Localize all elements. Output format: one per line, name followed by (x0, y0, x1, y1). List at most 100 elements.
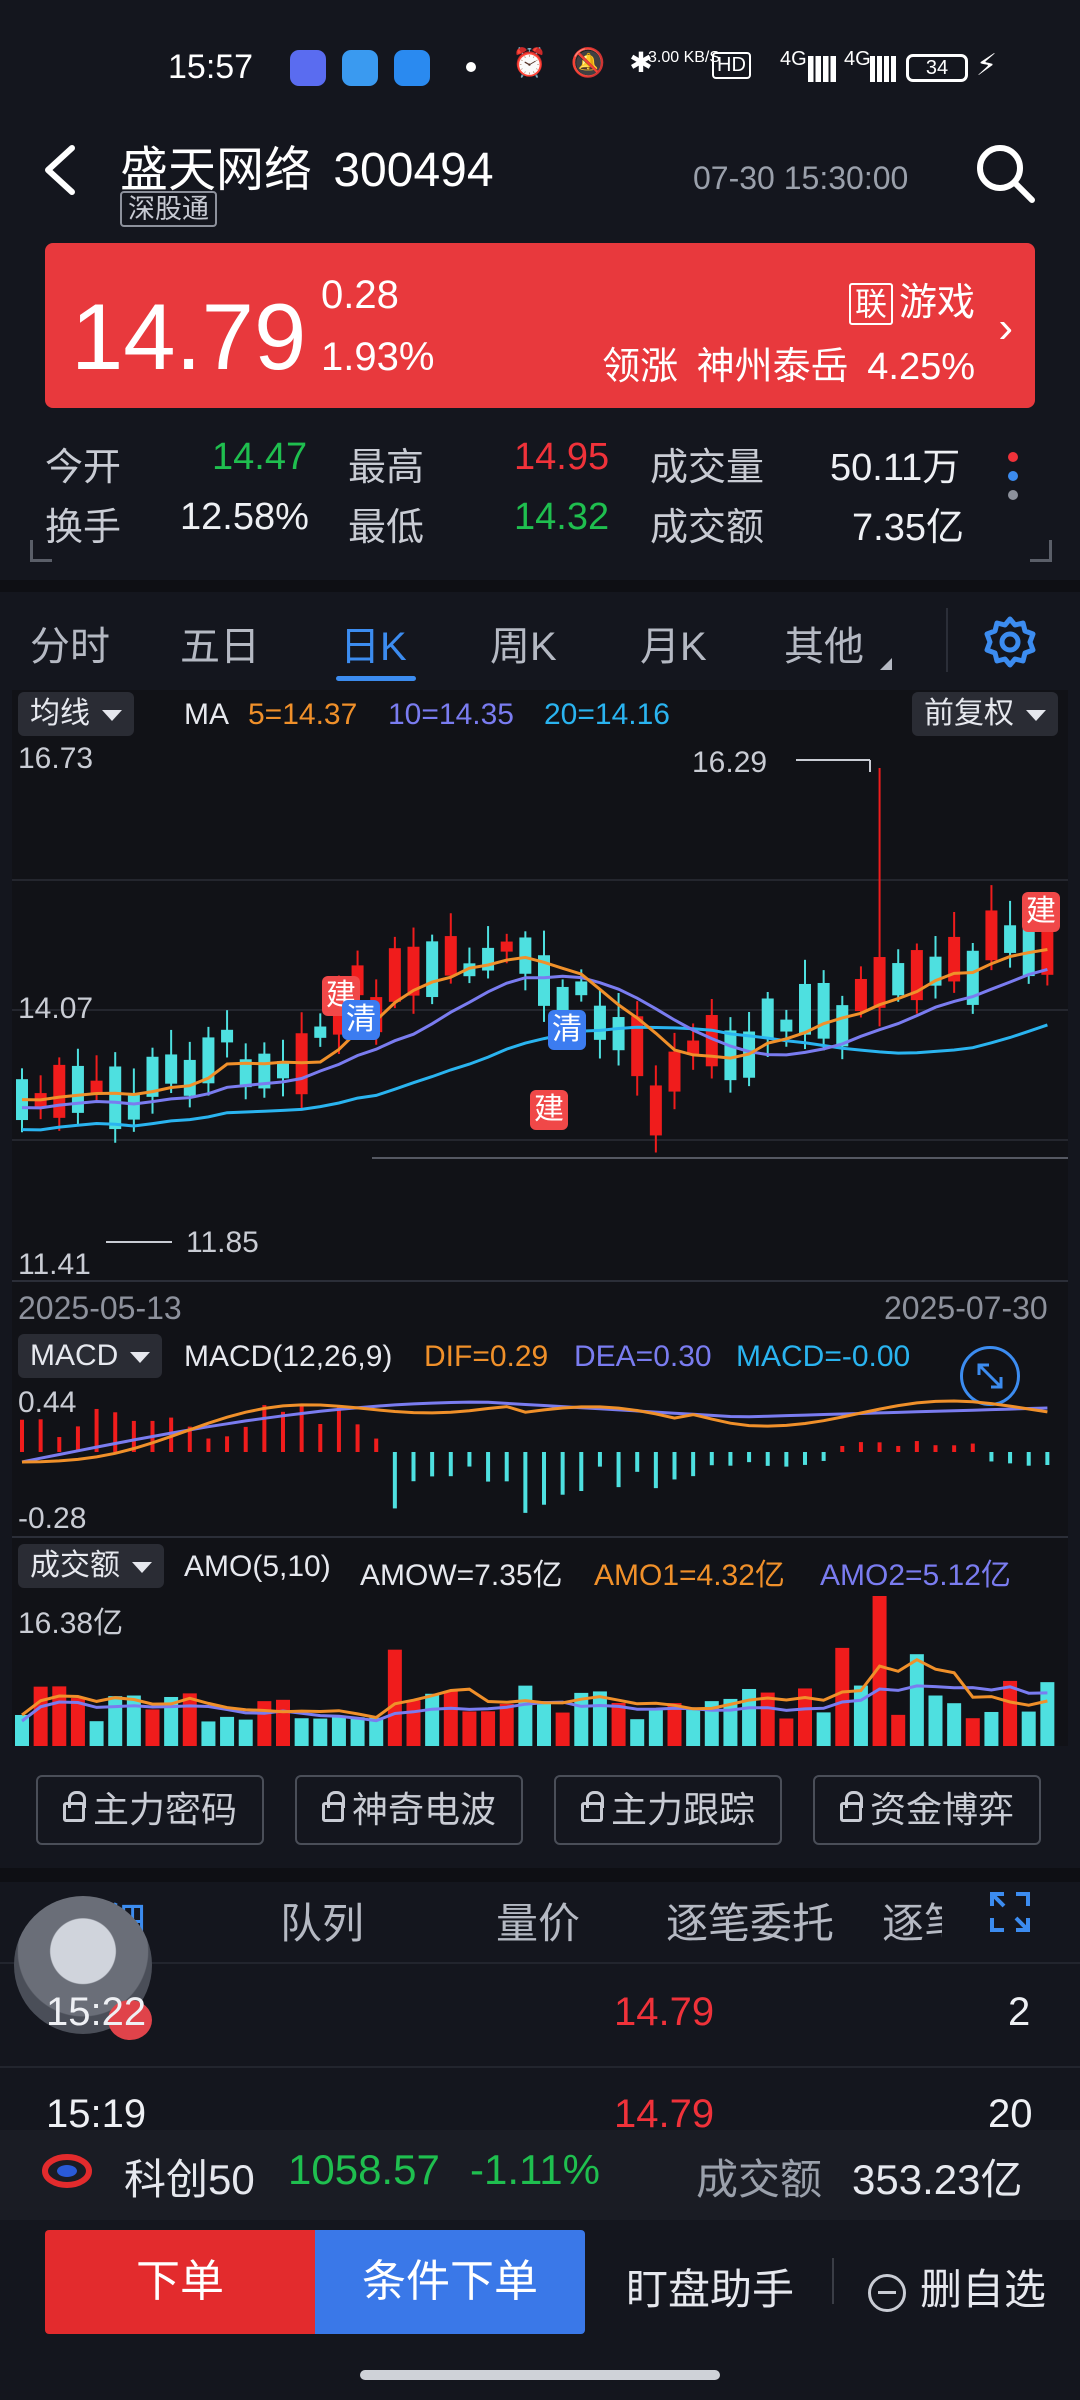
amount-bar (89, 1721, 104, 1746)
amount-bar (592, 1691, 607, 1746)
tab-five-day[interactable]: 五日 (180, 614, 260, 672)
index-pct: -1.11% (470, 2146, 600, 2193)
macd-bar (523, 1452, 528, 1513)
amount-bar (443, 1690, 458, 1746)
macd-bar (243, 1426, 248, 1452)
amount-bar (126, 1695, 141, 1746)
chevron-right-icon[interactable]: › (998, 303, 1013, 353)
clear-marker[interactable]: 清 (342, 1000, 380, 1040)
stock-code: 300494 (333, 144, 494, 197)
ma10-value: 10=14.35 (388, 698, 514, 731)
feature-button-capital[interactable]: 资金博弈 (813, 1775, 1041, 1845)
macd-bar (206, 1438, 211, 1452)
amount-bar (537, 1701, 551, 1746)
trade-price: 14.79 (614, 1990, 715, 2034)
amount-chart[interactable] (12, 1590, 1068, 1746)
macd-bar (1008, 1452, 1013, 1464)
macd-bar (784, 1452, 789, 1467)
stock-title: 盛天网络 300494 (120, 130, 494, 200)
candle-body (314, 1026, 327, 1038)
stock-connect-tag: 深股通 (120, 191, 217, 227)
amount-bar (965, 1718, 980, 1746)
amount-bar (853, 1685, 868, 1746)
macd-select[interactable]: MACD (18, 1334, 163, 1378)
tab-intraday[interactable]: 分时 (30, 614, 110, 672)
lock-icon (62, 1791, 86, 1823)
index-value: 1058.57 (288, 2146, 440, 2193)
macd-bar (579, 1452, 584, 1492)
y-axis-bottom: 11.41 (18, 1248, 91, 1281)
macd-bar (952, 1445, 957, 1452)
tab-volume-price[interactable]: 量价 (496, 1890, 580, 1951)
expand-icon[interactable] (988, 1890, 1032, 1934)
macd-y-top: 0.44 (18, 1386, 77, 1419)
home-indicator[interactable] (360, 2370, 720, 2380)
adjust-select[interactable]: 前复权 (912, 692, 1058, 736)
macd-bars-group (20, 1405, 1050, 1513)
more-dots-icon[interactable] (1008, 452, 1020, 509)
tab-tick-by-tick[interactable]: 逐笔 (882, 1890, 942, 1951)
feature-label: 神奇电波 (351, 1789, 496, 1830)
clear-marker[interactable]: 清 (548, 1010, 586, 1050)
expand-corner-icon[interactable] (30, 540, 52, 562)
candle-body (873, 957, 886, 1008)
tab-daily-k[interactable]: 日K (340, 614, 407, 672)
back-icon[interactable] (40, 140, 80, 210)
battery-icon: 34 (906, 54, 968, 82)
date-end: 2025-07-30 (884, 1290, 1048, 1326)
gear-icon[interactable] (982, 614, 1038, 670)
build-marker[interactable]: 建 (1022, 892, 1060, 932)
amount-bar (220, 1716, 235, 1746)
quote-datetime: 07-30 15:30:00 (693, 160, 909, 196)
lock-icon (839, 1791, 863, 1823)
candle-body (761, 998, 774, 1038)
amount-value: 7.35亿 (852, 507, 964, 549)
remove-watchlist-button[interactable]: 删自选 (868, 2256, 1046, 2317)
amount-bar (1003, 1680, 1018, 1746)
signal-bars-icon (870, 56, 896, 82)
conditional-order-button[interactable]: 条件下单 (315, 2230, 585, 2334)
index-amount-label: 成交额 (696, 2156, 823, 2203)
price-banner[interactable]: 14.79 0.28 1.93% 联游戏 领涨 神州泰岳 4.25% › (45, 243, 1035, 408)
expand-corner-icon[interactable] (1030, 540, 1052, 562)
indicator-select[interactable]: 均线 (18, 692, 134, 736)
candle-body (71, 1065, 84, 1113)
index-name: 科创50 (124, 2156, 255, 2203)
amow-value: AMOW=7.35亿 (360, 1559, 563, 1592)
volume-label: 成交量 (650, 447, 765, 489)
candle-body (53, 1064, 66, 1118)
tab-queue[interactable]: 队列 (280, 1890, 364, 1951)
lock-icon (580, 1791, 604, 1823)
tab-weekly-k[interactable]: 周K (490, 614, 557, 672)
macd-chart[interactable] (12, 1382, 1068, 1532)
amount-bar (276, 1699, 290, 1746)
macd-bar (504, 1452, 509, 1482)
leader-pct: 4.25% (867, 346, 975, 388)
low-value: 14.32 (514, 496, 610, 538)
candlestick-chart[interactable] (12, 740, 1068, 1280)
feature-button-main-code[interactable]: 主力密码 (36, 1775, 264, 1845)
trade-time: 15:22 (46, 1990, 147, 2034)
candle-body (892, 963, 905, 996)
watch-assistant-button[interactable]: 盯盘助手 (626, 2256, 794, 2317)
tab-other[interactable]: 其他 (784, 614, 864, 672)
open-label: 今开 (45, 447, 122, 489)
order-button[interactable]: 下单 (45, 2230, 315, 2334)
macd-bar (411, 1452, 416, 1482)
feature-button-wave[interactable]: 神奇电波 (295, 1775, 523, 1845)
macd-bar (448, 1452, 453, 1477)
search-icon[interactable] (972, 140, 1038, 206)
macd-y-bottom: -0.28 (18, 1502, 87, 1535)
amo-select[interactable]: 成交额 (18, 1544, 164, 1588)
candle-body (519, 937, 532, 974)
amount-bar (816, 1712, 831, 1746)
candle-body (444, 936, 457, 976)
tab-monthly-k[interactable]: 月K (640, 614, 707, 672)
feature-button-tracking[interactable]: 主力跟踪 (554, 1775, 782, 1845)
status-time: 15:57 (168, 48, 254, 86)
amount-bar (108, 1696, 123, 1746)
build-marker[interactable]: 建 (530, 1090, 568, 1130)
sector-link[interactable]: 联游戏 (848, 271, 975, 326)
tab-order-by-order[interactable]: 逐笔委托 (666, 1890, 834, 1951)
candle-body (612, 1017, 625, 1051)
